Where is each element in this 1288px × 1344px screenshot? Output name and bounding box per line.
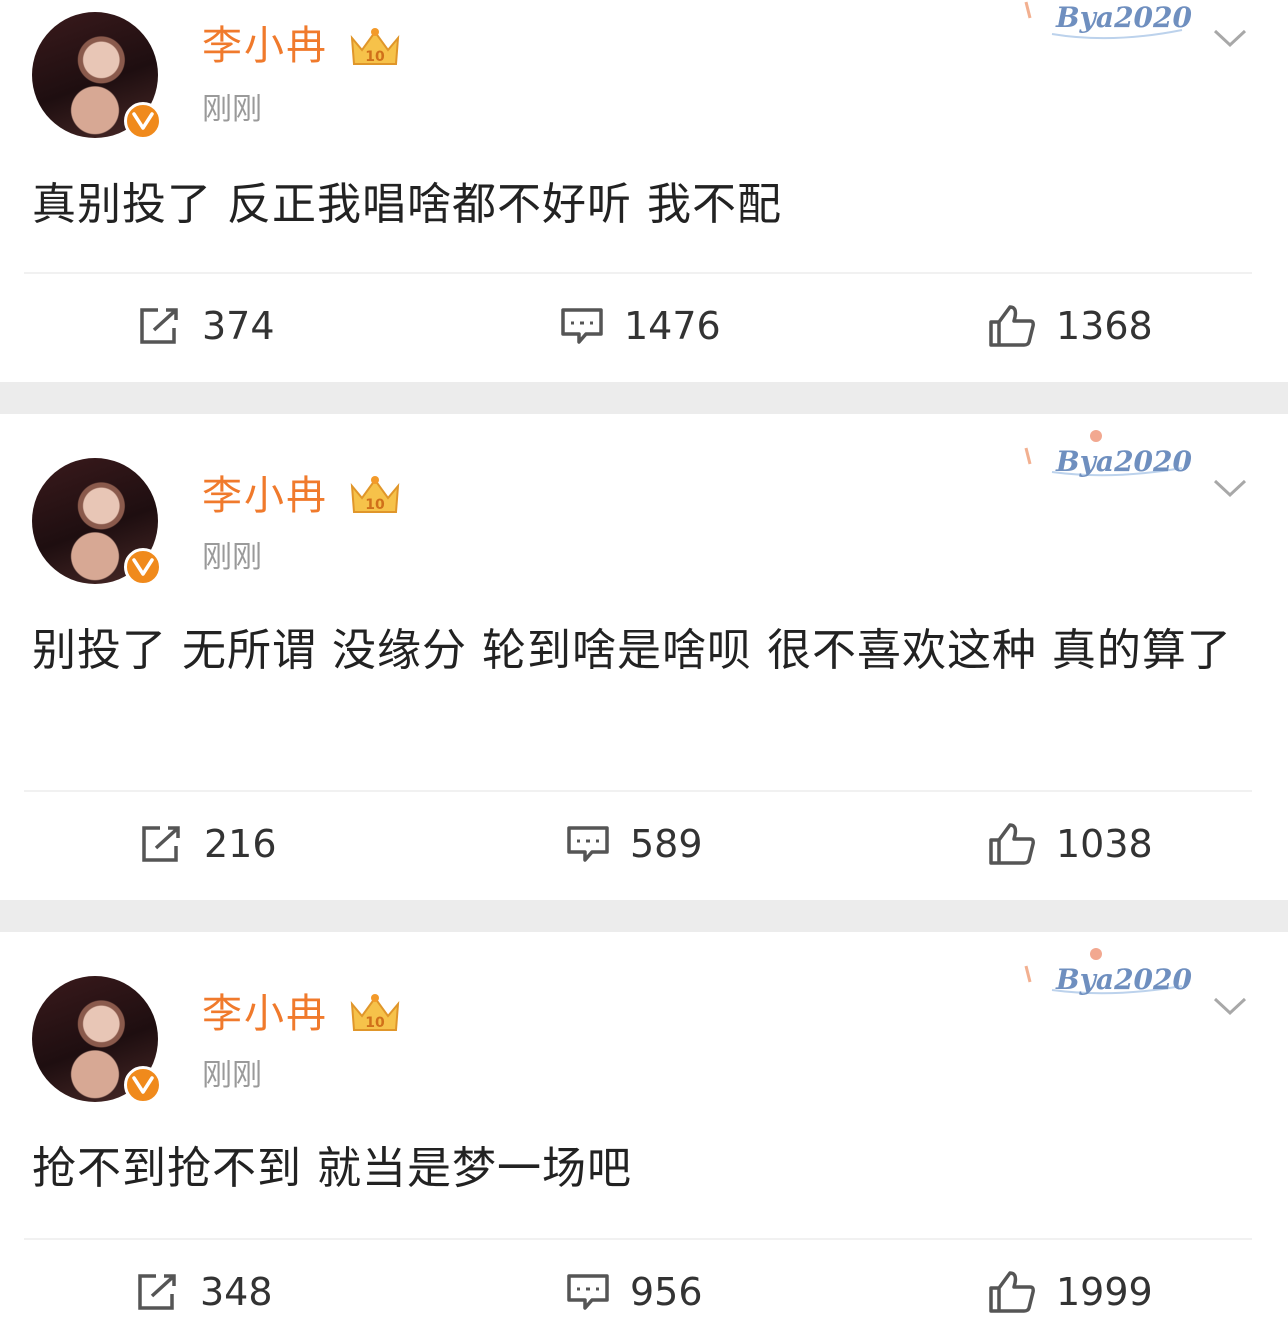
- comment-count: 589: [630, 822, 703, 866]
- like-button[interactable]: 1038: [988, 820, 1153, 868]
- like-count: 1999: [1056, 1270, 1153, 1314]
- post-time: 刚刚: [202, 92, 262, 127]
- comment-count: 956: [630, 1270, 703, 1314]
- vip-crown-icon: 10: [350, 994, 400, 1031]
- post-time: 刚刚: [202, 1058, 262, 1093]
- repost-button[interactable]: 216: [140, 820, 277, 868]
- post-card: 李小冉 10 刚刚 Bya2020 真别投了 反正我唱啥都不好听 我不配 374…: [0, 0, 1288, 382]
- username[interactable]: 李小冉: [202, 20, 328, 72]
- like-button[interactable]: 1368: [988, 302, 1153, 350]
- repost-icon: [142, 826, 180, 862]
- like-count: 1038: [1056, 822, 1153, 866]
- watermark-text: Bya2020: [1056, 1, 1193, 34]
- post-card: 李小冉 10 刚刚 Bya2020 抢不到抢不到 就当是梦一场吧 348 956…: [0, 932, 1288, 1344]
- comment-button[interactable]: 589: [566, 820, 703, 868]
- post-text: 抢不到抢不到 就当是梦一场吧: [32, 1143, 632, 1194]
- svg-text:10: 10: [365, 49, 385, 65]
- divider: [24, 1238, 1252, 1240]
- comment-icon: [567, 826, 609, 862]
- vip-crown-icon: 10: [350, 28, 400, 65]
- like-count: 1368: [1056, 304, 1153, 348]
- watermark-text: Bya2020: [1056, 445, 1193, 478]
- divider: [24, 790, 1252, 792]
- repost-button[interactable]: 348: [136, 1268, 273, 1316]
- watermark-text: Bya2020: [1056, 963, 1193, 996]
- repost-count: 216: [204, 822, 277, 866]
- comment-button[interactable]: 1476: [560, 302, 721, 350]
- avatar[interactable]: [32, 458, 162, 586]
- like-icon: [989, 1271, 1035, 1313]
- verified-icon: [124, 548, 162, 586]
- avatar[interactable]: [32, 12, 162, 140]
- repost-button[interactable]: 374: [138, 302, 275, 350]
- verified-icon: [124, 1066, 162, 1104]
- comment-icon: [567, 1274, 609, 1310]
- repost-count: 348: [200, 1270, 273, 1314]
- chevron-down-icon[interactable]: [1212, 994, 1248, 1018]
- chevron-down-icon[interactable]: [1212, 476, 1248, 500]
- repost-icon: [140, 308, 178, 344]
- weibo-feed: 李小冉 10 刚刚 Bya2020 真别投了 反正我唱啥都不好听 我不配 374…: [0, 0, 1288, 1344]
- svg-text:10: 10: [365, 497, 385, 513]
- post-text: 别投了 无所谓 没缘分 轮到啥是啥呗 很不喜欢这种 真的算了: [32, 625, 1232, 676]
- comment-button[interactable]: 956: [566, 1268, 703, 1316]
- comment-count: 1476: [624, 304, 721, 348]
- svg-text:10: 10: [365, 1015, 385, 1031]
- repost-count: 374: [202, 304, 275, 348]
- verified-icon: [124, 102, 162, 140]
- post-time: 刚刚: [202, 540, 262, 575]
- vip-crown-icon: 10: [350, 476, 400, 513]
- comment-icon: [561, 308, 603, 344]
- avatar[interactable]: [32, 976, 162, 1104]
- like-button[interactable]: 1999: [988, 1268, 1153, 1316]
- post-text: 真别投了 反正我唱啥都不好听 我不配: [32, 179, 782, 230]
- like-icon: [989, 823, 1035, 865]
- chevron-down-icon[interactable]: [1212, 26, 1248, 50]
- like-icon: [989, 305, 1035, 347]
- repost-icon: [138, 1274, 176, 1310]
- username[interactable]: 李小冉: [202, 988, 328, 1040]
- username[interactable]: 李小冉: [202, 470, 328, 522]
- divider: [24, 272, 1252, 274]
- post-card: 李小冉 10 刚刚 Bya2020 别投了 无所谓 没缘分 轮到啥是啥呗 很不喜…: [0, 414, 1288, 900]
